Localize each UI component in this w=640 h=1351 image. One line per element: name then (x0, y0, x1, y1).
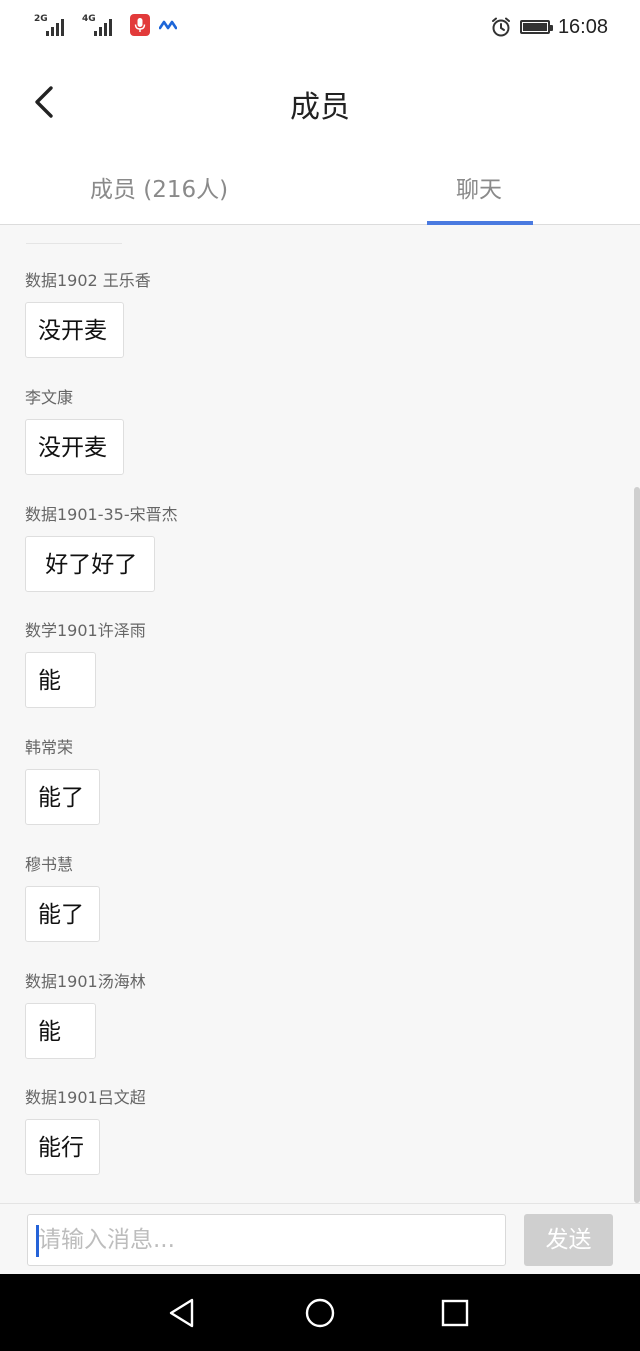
message-bubble[interactable]: 能 (25, 1003, 96, 1059)
signal-bars (46, 19, 64, 36)
nav-back-button[interactable] (164, 1296, 200, 1330)
text-caret (36, 1225, 39, 1257)
message-bubble[interactable]: 能 (25, 652, 96, 708)
status-left: 2G 4G (34, 12, 178, 36)
battery-level (522, 23, 547, 31)
nav-recents-icon (441, 1299, 469, 1327)
message-bubble[interactable]: 好了好了 (25, 536, 155, 592)
signal-icon: 2G (34, 12, 74, 36)
microphone-icon (130, 14, 150, 36)
nav-recents-button[interactable] (437, 1296, 473, 1330)
message-sender: 数学1901许泽雨 (25, 621, 146, 640)
message-sender: 李文康 (25, 388, 74, 407)
message-composer: 请输入消息... 发送 (0, 1203, 640, 1274)
list-item: 韩常荣 能了 (25, 739, 100, 825)
nav-back-icon (169, 1298, 194, 1328)
signal-bars (94, 19, 112, 36)
message-sender: 数据1901-35-宋晋杰 (25, 505, 178, 524)
signal-icon: 4G (82, 12, 122, 36)
message-bubble[interactable]: 没开麦 (25, 419, 124, 475)
message-bubble[interactable]: 能了 (25, 769, 100, 825)
list-item: 数学1901许泽雨 能 (25, 622, 146, 708)
status-right: 16:08 (490, 12, 608, 42)
system-navigation-bar (0, 1274, 640, 1351)
send-button[interactable]: 发送 (524, 1214, 613, 1266)
app-root: 2G 4G 16:08 成员 成员 (216人) 聊天 数据1902 王乐香 没… (0, 0, 640, 1351)
list-item: 数据1901汤海林 能 (25, 973, 146, 1059)
page-title: 成员 (290, 90, 350, 125)
divider (26, 243, 122, 244)
status-bar: 2G 4G 16:08 (0, 0, 640, 56)
tab-chat[interactable]: 聊天 (456, 170, 502, 204)
alarm-icon (490, 16, 512, 38)
message-sender: 韩常荣 (25, 738, 74, 757)
list-item: 李文康 没开麦 (25, 389, 124, 475)
battery-icon (519, 20, 553, 34)
message-sender: 数据1901汤海林 (25, 972, 146, 991)
message-sender: 穆书慧 (25, 855, 74, 874)
nav-home-icon (305, 1298, 335, 1328)
tab-members[interactable]: 成员 (216人) (90, 170, 228, 204)
scrollbar[interactable] (634, 487, 640, 1203)
message-sender: 数据1902 王乐香 (25, 271, 151, 290)
meeting-app-icon (158, 14, 178, 36)
input-placeholder: 请输入消息... (38, 1227, 175, 1253)
message-sender: 数据1901吕文超 (25, 1088, 146, 1107)
status-time: 16:08 (557, 15, 608, 38)
chat-message-list[interactable]: 数据1902 王乐香 没开麦 李文康 没开麦 数据1901-35-宋晋杰 好了好… (0, 225, 640, 1203)
message-bubble[interactable]: 能了 (25, 886, 100, 942)
top-header: 成员 (0, 56, 640, 152)
tab-bar: 成员 (216人) 聊天 (0, 152, 640, 225)
list-item: 数据1901-35-宋晋杰 好了好了 (25, 506, 178, 592)
list-item: 数据1902 王乐香 没开麦 (25, 272, 151, 358)
message-input[interactable]: 请输入消息... (27, 1214, 506, 1266)
nav-home-button[interactable] (302, 1296, 338, 1330)
message-bubble[interactable]: 没开麦 (25, 302, 124, 358)
list-item: 穆书慧 能了 (25, 856, 100, 942)
list-item: 数据1901吕文超 能行 (25, 1089, 146, 1175)
message-bubble[interactable]: 能行 (25, 1119, 100, 1175)
